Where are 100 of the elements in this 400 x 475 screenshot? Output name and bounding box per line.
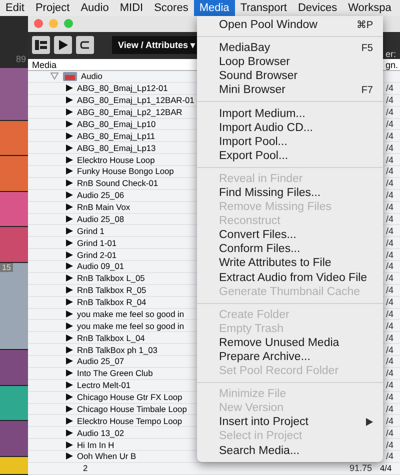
menu-item: Select in Project (218, 429, 304, 444)
signature-cell-text: /4 (386, 451, 395, 462)
signature-cell-text: /4 (386, 440, 395, 450)
menu-item[interactable]: Import Pool... (197, 134, 383, 149)
menu-item[interactable]: Prepare Archive... (197, 350, 383, 364)
signature-cell-text: /4 (386, 404, 395, 414)
media-name: Grind 2-01 (77, 250, 117, 260)
menu-item[interactable]: Mini Browser F7 (197, 83, 383, 98)
menu-item[interactable]: Loop Browser (197, 55, 383, 70)
signature-cell-text: /4 (386, 416, 395, 426)
menu-item[interactable]: Find Missing Files... (197, 186, 383, 200)
signature-cell-text: /4 (386, 118, 395, 129)
signature-cell-text: /4 (386, 273, 395, 284)
media-name: RnB Talkbox L_05 (77, 273, 145, 284)
folder-name: Audio (81, 71, 102, 82)
media-name: Audio 25_07 (77, 356, 124, 366)
menu-item[interactable]: Sound Browser (197, 69, 383, 84)
menu-item: Generate Thumbnail Cache (218, 284, 362, 299)
media-name: RnB Talkbox R_05 (77, 285, 146, 296)
menu-item[interactable]: Export Pool... (197, 148, 383, 163)
menu-bar-item[interactable]: Scores (148, 0, 194, 16)
media-name: ABG_80_Bmaj_Lp12-01 (77, 83, 168, 94)
media-name: you make me feel so good in (77, 308, 184, 319)
signature-cell-text: /4 (386, 95, 395, 106)
menu-item[interactable]: Convert Files... (197, 228, 383, 242)
signature-cell-text: /4 (386, 285, 395, 296)
media-name: ABG_80_Emaj_Lp10 (77, 118, 156, 129)
media-name: ABG_80_Emaj_Lp2_12BAR (77, 107, 182, 118)
media-name: Audio 09_01 (77, 261, 124, 272)
signature-cell-text: /4 (386, 83, 395, 94)
media-name: Elecktro House Tempo Loop (77, 416, 182, 426)
disclosure-triangle-icon[interactable] (50, 72, 59, 80)
signature-cell-text: /4 (386, 320, 395, 331)
media-name: Audio 25_06 (77, 190, 124, 200)
menu-item: Empty Trash (218, 322, 285, 336)
play-button[interactable] (54, 36, 72, 54)
media-name: Chicago House Gtr FX Loop (77, 392, 182, 402)
menu-bar-item[interactable]: Devices (292, 0, 343, 16)
signature-cell-text: /4 (386, 380, 395, 390)
media-name: Chicago House Timbale Loop (77, 404, 187, 414)
menu-item: New Version (218, 401, 285, 416)
media-name: Lectro Melt-01 (77, 380, 131, 390)
signature-cell-text: /4 (386, 154, 395, 165)
signature-cell-text: /4 (386, 190, 395, 200)
media-name: Into The Green Club (77, 368, 153, 378)
menu-bar-item[interactable]: Transport (234, 0, 292, 16)
signature-cell-text: /4 (386, 226, 395, 236)
menu-item[interactable]: Import Audio CD... (197, 120, 383, 135)
menu-bar-item[interactable]: Project (30, 0, 76, 16)
signature-cell-text: /4 (386, 214, 395, 224)
media-name: Audio 13_02 (77, 428, 124, 438)
menu-item[interactable]: Import Medium... (197, 106, 383, 121)
menu-bar-item[interactable]: Workspa (342, 0, 397, 16)
signature-cell-text: /4 (386, 250, 395, 260)
signature-cell-text: /4 (386, 107, 395, 118)
signature-cell-text: /4 (386, 308, 395, 319)
signature-cell-text: /4 (386, 332, 395, 343)
menu-bar-item[interactable]: Media (194, 0, 235, 16)
media-name: Hi Im In H (77, 440, 114, 450)
media-name: RnB Main Vox (77, 202, 130, 212)
play-icon (58, 40, 68, 50)
media-name: RnB Sound Check-01 (77, 178, 158, 188)
media-name: Grind 1-01 (77, 238, 117, 248)
menu-item: Minimize File (218, 387, 288, 402)
menu-item[interactable]: Insert into Project (197, 415, 383, 430)
media-name: ABG_80_Emaj_Lp1_12BAR-01 (77, 95, 194, 106)
media-name: RnB TalkBox ph 1_03 (77, 344, 158, 355)
panel-icon (35, 40, 47, 50)
media-name: RnB Talkbox L_04 (77, 332, 145, 343)
menu-bar-item[interactable]: Edit (0, 0, 30, 16)
signature-cell-text: /4 (386, 297, 395, 308)
menu-bar-item[interactable]: MIDI (114, 0, 149, 16)
signature-cell-text: /4 (386, 202, 395, 212)
signature-cell-text: /4 (386, 142, 395, 153)
menu-item: Create Folder (218, 308, 290, 322)
menu-item[interactable]: Write Attributes to File (197, 256, 383, 270)
tempo-cell: 91.75 (349, 463, 372, 474)
menu-item[interactable]: Conform Files... (197, 242, 383, 256)
media-name: Audio 25_08 (77, 214, 124, 224)
media-name: RnB Talkbox R_04 (77, 297, 146, 308)
menu-item: Reconstruct (218, 214, 282, 228)
loop-button[interactable] (76, 36, 94, 54)
media-name: ABG_80_Emaj_Lp13 (77, 142, 156, 153)
menu-item[interactable]: Extract Audio from Video File (197, 270, 383, 285)
media-name: Grind 1 (77, 226, 104, 236)
signature-cell-text: /4 (386, 166, 395, 176)
media-name: Ooh When Ur B (77, 451, 136, 462)
column-header: er: (385, 49, 396, 60)
menu-item: Reveal in Finder (218, 172, 304, 186)
signature-cell-text: /4 (386, 356, 395, 366)
media-name: you make me feel so good in (77, 320, 184, 331)
menu-item[interactable]: Remove Unused Media (197, 336, 383, 350)
panel-toggle-button[interactable] (32, 36, 50, 54)
menu-bar-item[interactable]: Audio (75, 0, 114, 16)
column-header: Media (31, 60, 57, 70)
signature-cell-text: 4/4 (380, 463, 393, 474)
menu-item[interactable]: Search Media... (197, 444, 383, 458)
media-name: ABG_80_Emaj_Lp11 (77, 130, 156, 141)
signature-cell-text: /4 (386, 428, 395, 438)
signature-cell-text: /4 (386, 344, 395, 355)
